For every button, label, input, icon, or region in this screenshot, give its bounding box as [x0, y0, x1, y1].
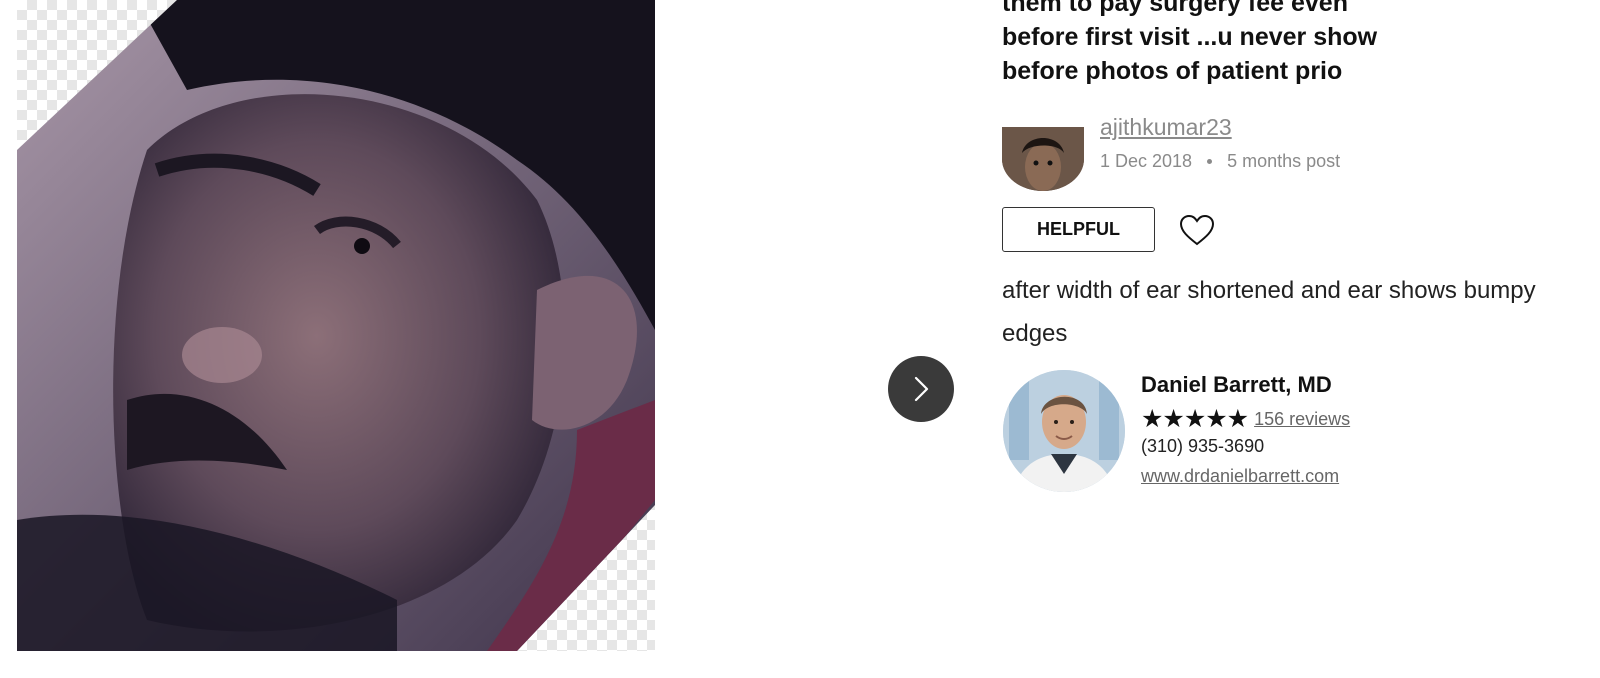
review-title: them to pay surgery fee even before firs… — [1002, 0, 1462, 88]
helpful-button[interactable]: HELPFUL — [1002, 207, 1155, 252]
review-title-line: them to pay surgery fee even — [1002, 0, 1348, 17]
patient-photo-image — [17, 0, 655, 651]
doctor-website-link[interactable]: www.drdanielbarrett.com — [1141, 466, 1339, 487]
post-age: 5 months post — [1227, 151, 1341, 171]
reviews-count-link[interactable]: 156 reviews — [1254, 409, 1350, 430]
review-title-line: before first visit ...u never show — [1002, 23, 1378, 51]
review-title-line: before photos of patient prio — [1002, 57, 1343, 85]
post-date: 1 Dec 2018 — [1100, 151, 1193, 171]
separator-dot — [1207, 159, 1213, 164]
heart-outline-icon — [1179, 214, 1215, 246]
doctor-phone[interactable]: (310) 935-3690 — [1141, 436, 1264, 457]
author-avatar-image — [1002, 127, 1084, 191]
doctor-rating: ★★★★★ 156 reviews — [1141, 404, 1350, 434]
author-avatar[interactable] — [1002, 127, 1084, 191]
doctor-name[interactable]: Daniel Barrett, MD — [1141, 372, 1332, 398]
post-meta: 1 Dec 2018 5 months post — [1100, 151, 1340, 172]
doctor-avatar-image — [1003, 370, 1125, 492]
author-username-link[interactable]: ajithkumar23 — [1100, 114, 1232, 141]
review-body: after width of ear shortened and ear sho… — [1002, 277, 1536, 347]
chevron-right-icon — [914, 376, 929, 402]
star-rating-icon: ★★★★★ — [1141, 405, 1249, 433]
doctor-avatar[interactable] — [1003, 370, 1125, 492]
carousel-next-button[interactable] — [888, 356, 954, 422]
patient-photo — [17, 0, 655, 651]
like-button[interactable] — [1178, 213, 1216, 247]
